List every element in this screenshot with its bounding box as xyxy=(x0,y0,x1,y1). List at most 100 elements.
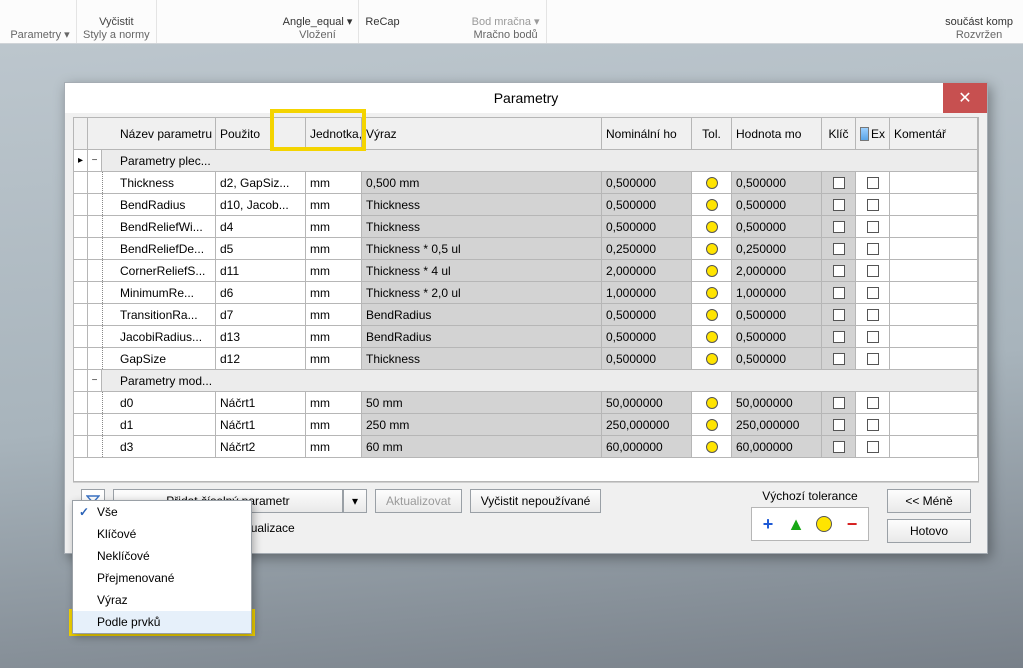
param-key-checkbox[interactable] xyxy=(822,436,856,457)
tolerance-triangle-icon[interactable]: ▲ xyxy=(784,512,808,536)
param-unit[interactable]: mm xyxy=(306,392,362,413)
param-export-checkbox[interactable] xyxy=(856,260,890,281)
param-comment[interactable] xyxy=(890,304,978,325)
param-comment[interactable] xyxy=(890,172,978,193)
param-tol[interactable] xyxy=(692,326,732,347)
param-unit[interactable]: mm xyxy=(306,414,362,435)
ribbon-btn-soucast[interactable]: součást komp xyxy=(945,16,1013,28)
param-expr[interactable]: 50 mm xyxy=(362,392,602,413)
param-unit[interactable]: mm xyxy=(306,304,362,325)
param-tol[interactable] xyxy=(692,304,732,325)
parameters-grid[interactable]: Název parametru Použito Jednotka, Výraz … xyxy=(73,117,979,482)
param-expr[interactable]: 60 mm xyxy=(362,436,602,457)
param-export-checkbox[interactable] xyxy=(856,304,890,325)
param-comment[interactable] xyxy=(890,260,978,281)
param-key-checkbox[interactable] xyxy=(822,392,856,413)
filter-menu-item-expression[interactable]: Výraz xyxy=(73,589,251,611)
param-unit[interactable]: mm xyxy=(306,194,362,215)
param-key-checkbox[interactable] xyxy=(822,282,856,303)
clean-unused-button[interactable]: Vyčistit nepoužívané xyxy=(470,489,602,513)
table-row[interactable]: d3Náčrt2mm60 mm60,00000060,000000 xyxy=(74,436,978,458)
col-name[interactable]: Název parametru xyxy=(116,118,216,149)
param-name[interactable]: BendReliefWi... xyxy=(116,216,216,237)
param-key-checkbox[interactable] xyxy=(822,216,856,237)
param-expr[interactable]: Thickness * 2,0 ul xyxy=(362,282,602,303)
param-export-checkbox[interactable] xyxy=(856,282,890,303)
filter-menu-item-byfeature[interactable]: Podle prvků xyxy=(73,611,251,633)
param-expr[interactable]: Thickness * 0,5 ul xyxy=(362,238,602,259)
param-name[interactable]: BendRadius xyxy=(116,194,216,215)
table-row[interactable]: BendRadiusd10, Jacob...mmThickness0,5000… xyxy=(74,194,978,216)
filter-popup-menu[interactable]: Vše Klíčové Neklíčové Přejmenované Výraz… xyxy=(72,500,252,634)
param-comment[interactable] xyxy=(890,392,978,413)
ribbon-group-parametry[interactable]: Parametry ▾ xyxy=(4,0,77,43)
param-tol[interactable] xyxy=(692,172,732,193)
table-row[interactable]: d1Náčrt1mm250 mm250,000000250,000000 xyxy=(74,414,978,436)
param-expr[interactable]: Thickness xyxy=(362,216,602,237)
param-name[interactable]: MinimumRe... xyxy=(116,282,216,303)
param-key-checkbox[interactable] xyxy=(822,304,856,325)
param-name[interactable]: CornerReliefS... xyxy=(116,260,216,281)
tolerance-minus-icon[interactable]: − xyxy=(840,512,864,536)
param-name[interactable]: JacobiRadius... xyxy=(116,326,216,347)
param-comment[interactable] xyxy=(890,348,978,369)
param-export-checkbox[interactable] xyxy=(856,436,890,457)
param-comment[interactable] xyxy=(890,216,978,237)
param-comment[interactable] xyxy=(890,194,978,215)
col-key[interactable]: Klíč xyxy=(822,118,856,149)
param-name[interactable]: d0 xyxy=(116,392,216,413)
param-expr[interactable]: 250 mm xyxy=(362,414,602,435)
param-expr[interactable]: Thickness xyxy=(362,348,602,369)
param-tol[interactable] xyxy=(692,282,732,303)
param-expr[interactable]: 0,500 mm xyxy=(362,172,602,193)
param-expr[interactable]: Thickness xyxy=(362,194,602,215)
close-button[interactable]: ✕ xyxy=(943,83,987,113)
param-expr[interactable]: Thickness * 4 ul xyxy=(362,260,602,281)
filter-menu-item-all[interactable]: Vše xyxy=(73,501,251,523)
param-name[interactable]: Thickness xyxy=(116,172,216,193)
table-row[interactable]: d0Náčrt1mm50 mm50,00000050,000000 xyxy=(74,392,978,414)
param-unit[interactable]: mm xyxy=(306,216,362,237)
ribbon-item-parametry-big[interactable] xyxy=(10,1,70,27)
col-nominal[interactable]: Nominální ho xyxy=(602,118,692,149)
param-name[interactable]: BendReliefDe... xyxy=(116,238,216,259)
col-used[interactable]: Použito xyxy=(216,118,306,149)
param-tol[interactable] xyxy=(692,216,732,237)
grid-section-row[interactable]: − Parametry mod... xyxy=(74,370,978,392)
ribbon-btn-angle-equal[interactable]: Angle_equal ▾ xyxy=(283,15,353,28)
param-export-checkbox[interactable] xyxy=(856,216,890,237)
param-export-checkbox[interactable] xyxy=(856,392,890,413)
param-export-checkbox[interactable] xyxy=(856,326,890,347)
param-unit[interactable]: mm xyxy=(306,238,362,259)
less-button[interactable]: << Méně xyxy=(887,489,971,513)
param-key-checkbox[interactable] xyxy=(822,348,856,369)
ribbon-btn-recap[interactable]: ReCap xyxy=(365,16,399,28)
param-export-checkbox[interactable] xyxy=(856,348,890,369)
param-export-checkbox[interactable] xyxy=(856,238,890,259)
param-tol[interactable] xyxy=(692,238,732,259)
param-key-checkbox[interactable] xyxy=(822,238,856,259)
param-unit[interactable]: mm xyxy=(306,282,362,303)
col-export[interactable]: Ex xyxy=(856,118,890,149)
param-name[interactable]: TransitionRa... xyxy=(116,304,216,325)
done-button[interactable]: Hotovo xyxy=(887,519,971,543)
table-row[interactable]: TransitionRa...d7mmBendRadius0,5000000,5… xyxy=(74,304,978,326)
param-tol[interactable] xyxy=(692,436,732,457)
table-row[interactable]: MinimumRe...d6mmThickness * 2,0 ul1,0000… xyxy=(74,282,978,304)
param-tol[interactable] xyxy=(692,194,732,215)
param-name[interactable]: d1 xyxy=(116,414,216,435)
param-key-checkbox[interactable] xyxy=(822,260,856,281)
param-unit[interactable]: mm xyxy=(306,436,362,457)
param-export-checkbox[interactable] xyxy=(856,172,890,193)
param-expr[interactable]: BendRadius xyxy=(362,304,602,325)
col-comment[interactable]: Komentář xyxy=(890,118,978,149)
param-comment[interactable] xyxy=(890,238,978,259)
param-expr[interactable]: BendRadius xyxy=(362,326,602,347)
param-name[interactable]: GapSize xyxy=(116,348,216,369)
param-name[interactable]: d3 xyxy=(116,436,216,457)
param-key-checkbox[interactable] xyxy=(822,326,856,347)
add-numeric-parameter-dropdown[interactable]: ▾ xyxy=(343,489,367,513)
col-expr[interactable]: Výraz xyxy=(362,118,602,149)
param-comment[interactable] xyxy=(890,436,978,457)
update-button[interactable]: Aktualizovat xyxy=(375,489,462,513)
